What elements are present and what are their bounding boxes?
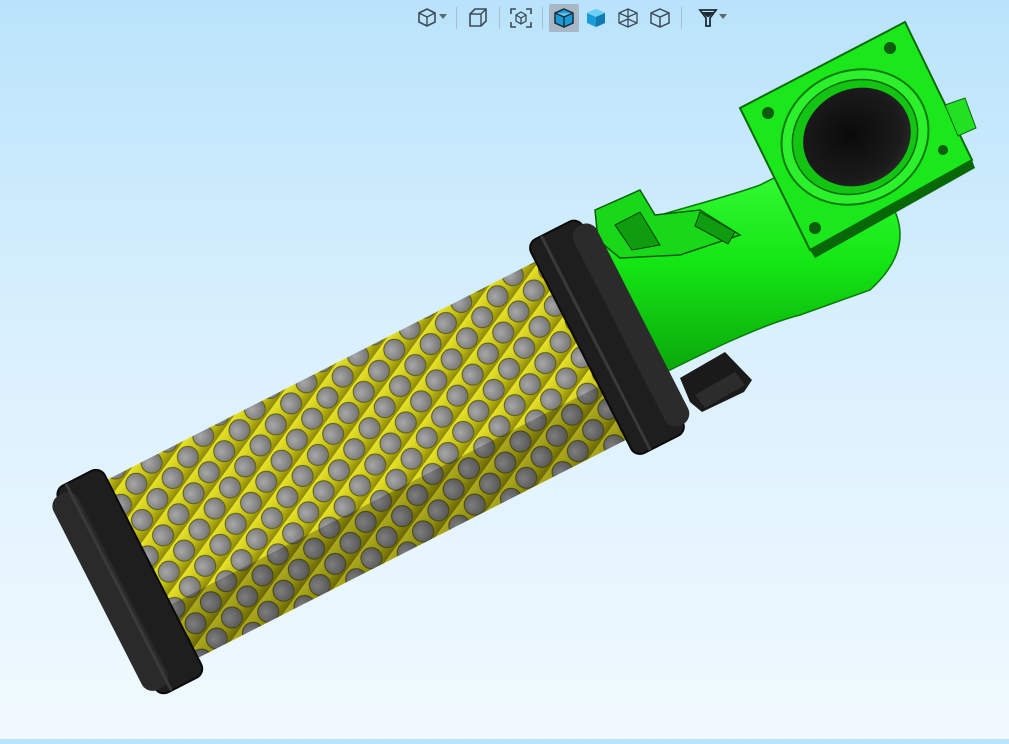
shaded-with-edges-icon bbox=[554, 8, 574, 28]
wireframe-icon bbox=[618, 8, 638, 28]
wireframe-button[interactable] bbox=[613, 4, 643, 32]
view-orientation-button[interactable] bbox=[408, 4, 450, 32]
toolbar-divider bbox=[499, 7, 500, 29]
view-toolbar bbox=[408, 2, 730, 34]
hidden-lines-removed-button[interactable] bbox=[645, 4, 675, 32]
toolbar-divider bbox=[681, 7, 682, 29]
toolbar-divider bbox=[456, 7, 457, 29]
previous-view-button[interactable] bbox=[463, 4, 493, 32]
filter-button[interactable] bbox=[688, 4, 730, 32]
toolbar-divider bbox=[542, 7, 543, 29]
chevron-down-icon bbox=[439, 14, 447, 19]
model-canvas[interactable] bbox=[0, 0, 1009, 739]
shaded-button[interactable] bbox=[581, 4, 611, 32]
shaded-icon bbox=[587, 9, 605, 27]
cube-previous-view-icon bbox=[469, 8, 487, 27]
air-filter[interactable] bbox=[43, 212, 697, 704]
zoom-to-fit-icon bbox=[510, 8, 532, 28]
shaded-with-edges-button[interactable] bbox=[549, 4, 579, 32]
chevron-down-icon bbox=[719, 14, 727, 19]
3d-viewport[interactable] bbox=[0, 0, 1009, 739]
zoom-to-fit-button[interactable] bbox=[506, 4, 536, 32]
hidden-lines-removed-icon bbox=[650, 8, 670, 28]
